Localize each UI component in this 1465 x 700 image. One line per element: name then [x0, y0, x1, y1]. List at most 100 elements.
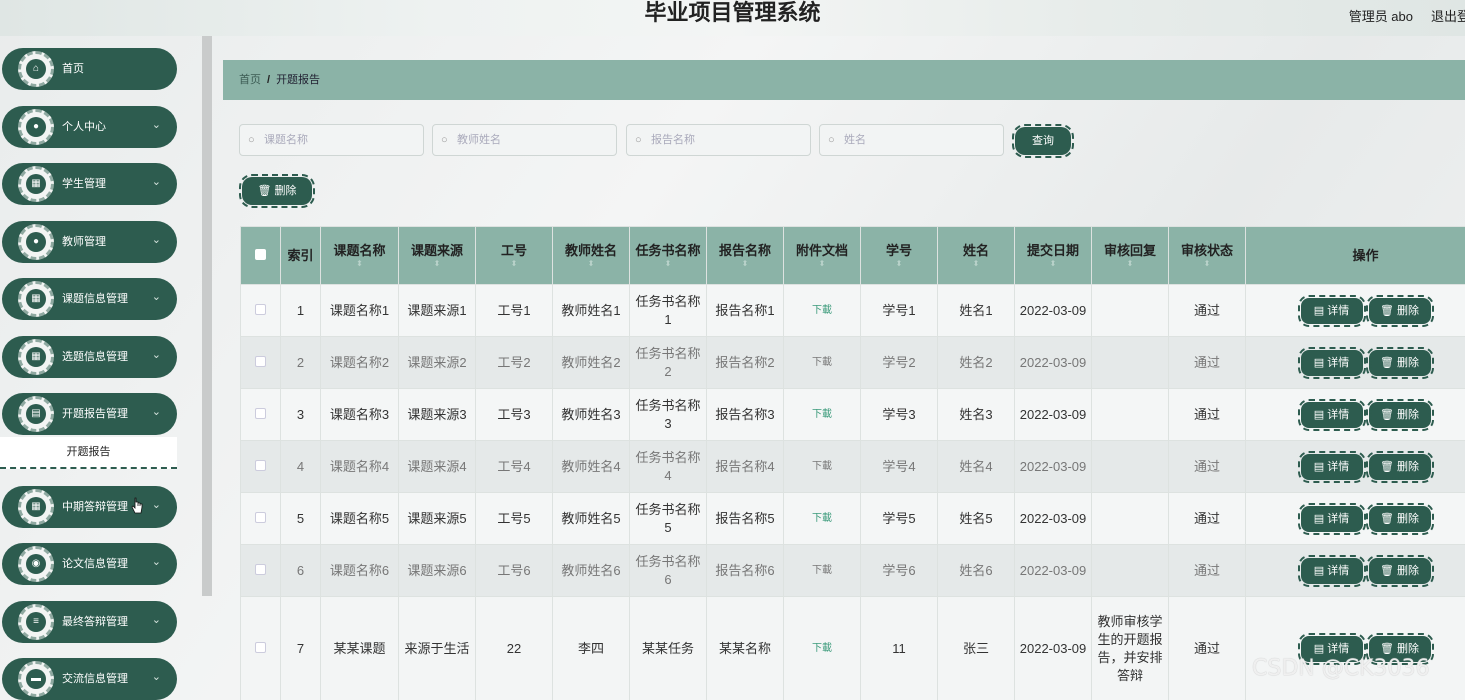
- sort-icon[interactable]: ⬍: [940, 259, 1012, 269]
- cell-topic: 课题名称1: [320, 284, 399, 337]
- column-header[interactable]: [240, 226, 281, 285]
- delete-button[interactable]: 🗑 删除: [1365, 554, 1434, 587]
- sidebar-item[interactable]: ● 教师管理 ⌄: [2, 221, 177, 263]
- sort-icon[interactable]: ⬍: [632, 259, 704, 269]
- cell-report: 某某名称: [706, 596, 784, 700]
- sort-icon[interactable]: ⬍: [786, 259, 858, 269]
- cell-source: 课题来源1: [398, 284, 476, 337]
- row-checkbox[interactable]: [255, 407, 266, 419]
- cell-index: 3: [280, 388, 321, 441]
- sort-icon[interactable]: ⬍: [1171, 259, 1243, 269]
- delete-button[interactable]: 🗑 删除: [1365, 294, 1434, 327]
- sidebar: ⌂ 首页 ● 个人中心 ⌄ ▦ 学生管理 ⌄ ● 教师管理 ⌄ ▦ 课题信息管理 ⌄ ▦ 选题信息管理 ⌄ ▤ 开题…: [0, 36, 202, 700]
- app-title: 毕业项目管理系统: [644, 1, 821, 26]
- cell-file[interactable]: 下載: [783, 336, 861, 389]
- row-checkbox[interactable]: [255, 355, 266, 367]
- cell-file[interactable]: 下載: [783, 440, 861, 493]
- sidebar-item-label: 论文信息管理: [62, 558, 128, 570]
- table-row: 2 课题名称2 课题来源2 工号2 教师姓名2 任务书名称2 报告名称2 下載 学号2 姓名2 20…: [240, 336, 1465, 389]
- sort-icon[interactable]: ⬍: [709, 259, 781, 269]
- report-search-input[interactable]: ○ 报告名称: [626, 124, 811, 156]
- row-checkbox[interactable]: [255, 459, 266, 471]
- sort-icon[interactable]: ⬍: [323, 259, 396, 269]
- sidebar-item-label: 最终答辩管理: [62, 616, 128, 628]
- cell-status: 通过: [1168, 544, 1246, 597]
- sidebar-scrollbar[interactable]: [202, 36, 212, 596]
- detail-button[interactable]: ▤ 详情: [1297, 398, 1366, 431]
- cell-job-no: 工号1: [475, 284, 553, 337]
- chevron-down-icon: ⌄: [151, 614, 161, 626]
- topic-search-placeholder: 课题名称: [264, 134, 308, 146]
- query-button[interactable]: 查询: [1012, 124, 1074, 158]
- sort-icon[interactable]: ⬍: [863, 259, 935, 269]
- teacher-search-input[interactable]: ○ 教师姓名: [432, 124, 617, 156]
- cell-date: 2022-03-09: [1014, 596, 1092, 700]
- submenu-item-report[interactable]: 开题报告: [0, 437, 177, 469]
- topic-search-input[interactable]: ○ 课题名称: [239, 124, 424, 156]
- column-header: 课题来源 ⬍: [398, 226, 476, 285]
- detail-button[interactable]: ▤ 详情: [1297, 450, 1366, 483]
- cell-file[interactable]: 下載: [783, 388, 861, 441]
- sidebar-item[interactable]: ▦ 课题信息管理 ⌄: [2, 278, 177, 320]
- actions-cell: ▤ 详情 🗑 删除: [1245, 388, 1465, 441]
- detail-button[interactable]: ▤ 详情: [1297, 554, 1366, 587]
- logout-link[interactable]: 退出登: [1431, 6, 1465, 25]
- cell-student-no: 学号2: [860, 336, 938, 389]
- row-select-cell: [240, 492, 281, 545]
- delete-button[interactable]: 🗑 删除: [1365, 346, 1434, 379]
- cell-name: 姓名2: [937, 336, 1015, 389]
- icon-glyph: ≡: [26, 612, 46, 632]
- icon-glyph: ▦: [26, 289, 46, 309]
- sort-icon[interactable]: ⬍: [1017, 259, 1089, 269]
- row-checkbox[interactable]: [255, 641, 266, 653]
- cell-index: 2: [280, 336, 321, 389]
- sort-icon[interactable]: ⬍: [1094, 259, 1166, 269]
- cell-reply: [1091, 492, 1169, 545]
- cell-source: 课题来源5: [398, 492, 476, 545]
- delete-button[interactable]: 🗑 删除: [1365, 450, 1434, 483]
- sort-icon[interactable]: ⬍: [555, 259, 627, 269]
- cell-reply: [1091, 440, 1169, 493]
- delete-button[interactable]: 🗑 删除: [1365, 398, 1434, 431]
- sidebar-item-label: 中期答辩管理: [62, 501, 128, 513]
- sidebar-item[interactable]: ▦ 学生管理 ⌄: [2, 163, 177, 205]
- delete-button[interactable]: 🗑 删除: [1365, 502, 1434, 535]
- sidebar-item[interactable]: ◉ 论文信息管理 ⌄: [2, 543, 177, 585]
- cell-file[interactable]: 下載: [783, 544, 861, 597]
- batch-delete-button[interactable]: 🗑 删除: [239, 174, 315, 208]
- table-header-row: 索引 课题名称 ⬍ 课题来源 ⬍ 工号 ⬍ 教师姓名 ⬍ 任务书名称 ⬍ 报告名称 ⬍ 附件文档 ⬍ 学号 ⬍ 姓…: [240, 226, 1465, 285]
- cell-status: 通过: [1168, 596, 1246, 700]
- cell-source: 课题来源4: [398, 440, 476, 493]
- sidebar-item[interactable]: ● 个人中心 ⌄: [2, 106, 177, 148]
- cell-file[interactable]: 下載: [783, 492, 861, 545]
- detail-button[interactable]: ▤ 详情: [1297, 346, 1366, 379]
- sort-icon[interactable]: ⬍: [478, 259, 550, 269]
- cell-source: 来源于生活: [398, 596, 476, 700]
- column-header-label: 索引: [287, 248, 314, 263]
- select-all-checkbox[interactable]: [255, 249, 266, 260]
- cell-teacher: 教师姓名4: [552, 440, 630, 493]
- sidebar-item[interactable]: ⌂ 首页: [2, 48, 177, 90]
- detail-button[interactable]: ▤ 详情: [1297, 294, 1366, 327]
- sidebar-item[interactable]: ▦ 中期答辩管理 ⌄: [2, 486, 177, 528]
- chevron-down-icon: ⌄: [151, 671, 161, 683]
- table-row: 4 课题名称4 课题来源4 工号4 教师姓名4 任务书名称4 报告名称4 下載 学号4 姓名4 20…: [240, 440, 1465, 493]
- name-search-input[interactable]: ○ 姓名: [819, 124, 1004, 156]
- sidebar-item[interactable]: ▦ 选题信息管理 ⌄: [2, 336, 177, 378]
- row-checkbox[interactable]: [255, 303, 266, 315]
- chevron-down-icon: ⌄: [151, 119, 161, 131]
- sidebar-item[interactable]: ▤ 开题报告管理 ⌄: [2, 393, 177, 435]
- sidebar-item[interactable]: ▬ 交流信息管理 ⌄: [2, 658, 177, 700]
- sidebar-item[interactable]: ≡ 最终答辩管理 ⌄: [2, 601, 177, 643]
- row-checkbox[interactable]: [255, 563, 266, 575]
- row-checkbox[interactable]: [255, 511, 266, 523]
- chevron-down-icon: ⌄: [151, 349, 161, 361]
- cell-file[interactable]: 下載: [783, 284, 861, 337]
- cell-source: 课题来源2: [398, 336, 476, 389]
- sort-icon[interactable]: ⬍: [401, 259, 473, 269]
- detail-button[interactable]: ▤ 详情: [1297, 502, 1366, 535]
- cell-file[interactable]: 下載: [783, 596, 861, 700]
- breadcrumb-home[interactable]: 首页: [239, 74, 261, 86]
- cell-reply: [1091, 284, 1169, 337]
- cell-student-no: 学号1: [860, 284, 938, 337]
